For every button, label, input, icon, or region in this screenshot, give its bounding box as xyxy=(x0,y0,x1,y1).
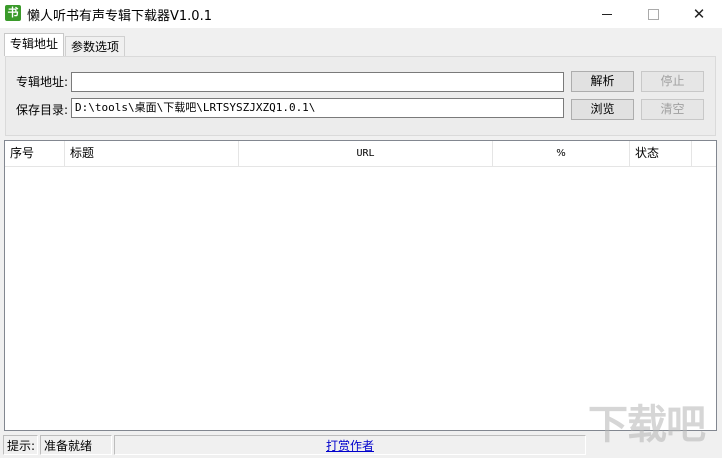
column-header-title[interactable]: 标题 xyxy=(65,141,239,166)
donate-author-link[interactable]: 打赏作者 xyxy=(326,439,374,453)
minimize-button[interactable] xyxy=(584,0,630,28)
app-icon: 书 xyxy=(5,5,21,21)
column-header-index[interactable]: 序号 xyxy=(5,141,65,166)
browse-button[interactable]: 浏览 xyxy=(571,99,634,120)
album-address-label: 专辑地址: xyxy=(16,75,69,89)
maximize-button[interactable] xyxy=(630,0,676,28)
column-header-status[interactable]: 状态 xyxy=(630,141,692,166)
save-directory-label: 保存目录: xyxy=(16,103,69,117)
donate-cell: 打赏作者 xyxy=(114,435,586,455)
close-button[interactable]: ✕ xyxy=(676,0,722,28)
column-header-percent[interactable]: % xyxy=(493,141,630,166)
album-panel xyxy=(5,56,716,136)
stop-button[interactable]: 停止 xyxy=(641,71,704,92)
column-header-url[interactable]: URL xyxy=(239,141,493,166)
tab-album-address[interactable]: 专辑地址 xyxy=(4,33,65,56)
save-directory-input[interactable]: D:\tools\桌面\下载吧\LRTSYSZJXZQ1.0.1\ xyxy=(71,98,564,118)
status-text: 准备就绪 xyxy=(40,435,112,455)
clear-button[interactable]: 清空 xyxy=(641,99,704,120)
title-bar: 书 懒人听书有声专辑下载器V1.0.1 ✕ xyxy=(0,0,722,28)
list-header: 序号 标题 URL % 状态 xyxy=(5,141,716,167)
maximize-icon xyxy=(647,8,659,20)
minimize-icon xyxy=(602,13,612,15)
window-title: 懒人听书有声专辑下载器V1.0.1 xyxy=(27,9,212,24)
tab-options[interactable]: 参数选项 xyxy=(65,36,126,56)
tab-strip: 专辑地址 参数选项 xyxy=(0,33,722,56)
close-icon: ✕ xyxy=(692,5,706,23)
watermark-logo: 下载吧 xyxy=(588,402,706,448)
album-address-input[interactable] xyxy=(71,72,564,92)
download-list[interactable]: 序号 标题 URL % 状态 xyxy=(4,140,717,431)
parse-button[interactable]: 解析 xyxy=(571,71,634,92)
status-hint-label: 提示: xyxy=(3,435,38,455)
